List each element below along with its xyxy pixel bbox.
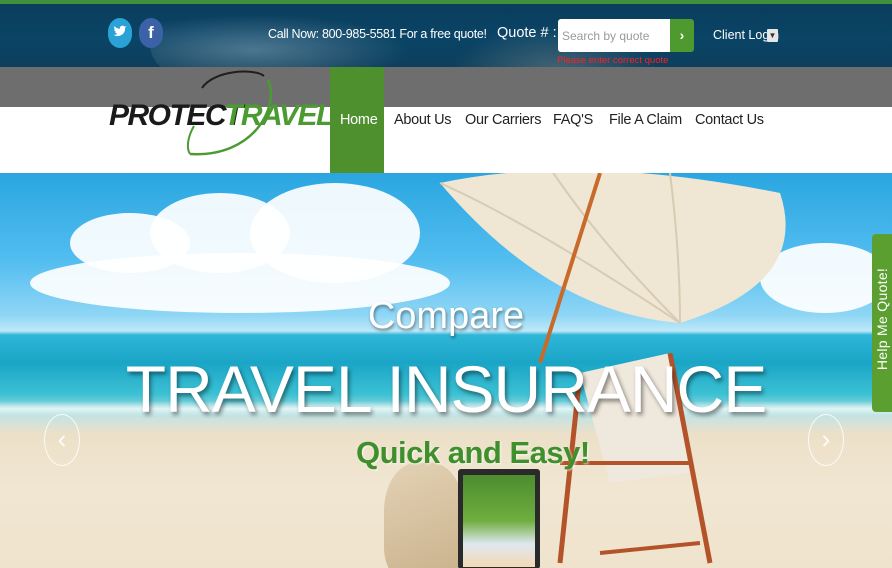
twitter-icon[interactable]	[108, 18, 132, 48]
nav-our-carriers[interactable]: Our Carriers	[465, 112, 541, 128]
logo-text-protect: PROTECT	[109, 99, 243, 132]
help-me-quote-label: Help Me Quote!	[874, 267, 890, 371]
quote-search-button[interactable]: ›	[670, 19, 694, 52]
chevron-down-icon[interactable]: ▼	[767, 29, 778, 42]
nav-faqs[interactable]: FAQ'S	[553, 112, 593, 128]
site-logo[interactable]: PROTECT TRAVEL	[109, 66, 334, 162]
hero-banner: Compare TRAVEL INSURANCE Quick and Easy!…	[0, 173, 892, 568]
call-now-text: Call Now: 800-985-5581 For a free quote!	[268, 27, 487, 41]
logo-text-travel: TRAVEL	[224, 99, 334, 132]
quote-search-input[interactable]	[558, 19, 670, 52]
hero-subtitle: Quick and Easy!	[356, 435, 590, 470]
hero-compare-text: Compare	[367, 295, 525, 337]
nav-contact-us[interactable]: Contact Us	[695, 112, 764, 128]
hero-title: TRAVEL INSURANCE	[125, 352, 767, 426]
help-me-quote-tab[interactable]: Help Me Quote!	[872, 234, 892, 412]
nav-about-us[interactable]: About Us	[394, 112, 452, 128]
header-background-cloud	[150, 14, 410, 74]
nav-file-a-claim[interactable]: File A Claim	[609, 112, 682, 128]
carousel-prev-button[interactable]: ‹	[44, 414, 80, 466]
quote-number-label: Quote # :	[497, 25, 557, 41]
carousel-next-button[interactable]: ›	[808, 414, 844, 466]
facebook-icon[interactable]: f	[139, 18, 163, 48]
nav-home[interactable]: Home	[340, 112, 378, 128]
family-photo-image	[463, 475, 535, 567]
beach-hat-image	[384, 463, 464, 568]
